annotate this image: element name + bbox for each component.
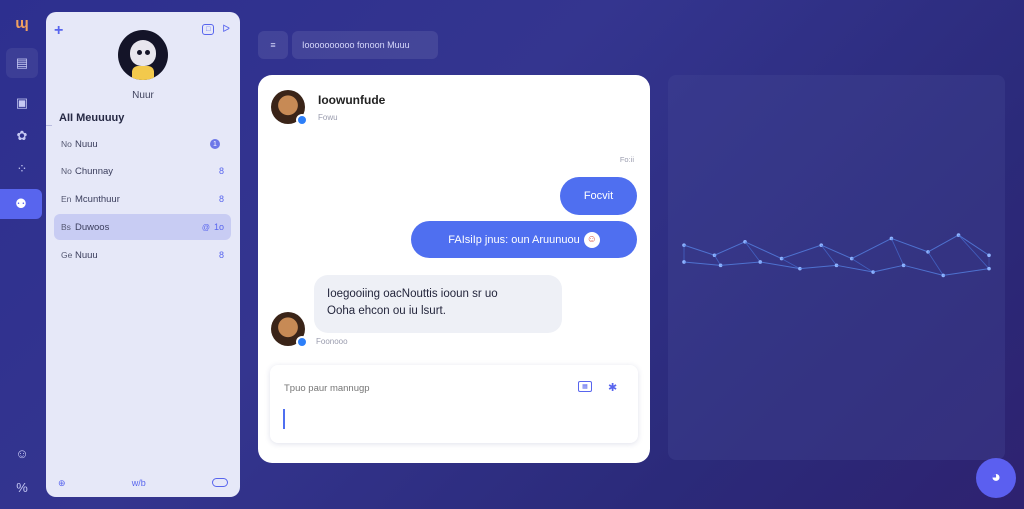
network-node (987, 266, 991, 271)
text-cursor (283, 409, 285, 429)
message-timestamp: Fo:ii (619, 155, 634, 164)
attach-icon[interactable]: ▦ (578, 381, 592, 392)
sidebar-item-1[interactable]: No Nuuu 1 (54, 131, 231, 157)
avatar-eye-left (137, 50, 142, 55)
contact-name: Ioowunfude (318, 93, 386, 107)
sidebar-item-3[interactable]: En Mcunthuur 8 (54, 186, 231, 212)
unread-badge: 1 (210, 139, 220, 149)
theme-toggle[interactable] (212, 478, 228, 487)
network-link (781, 244, 822, 260)
logo-icon[interactable]: ɰ (6, 8, 38, 38)
network-link (851, 237, 892, 260)
contact-avatar[interactable] (271, 90, 308, 126)
sidebar-item-icon: @ (201, 222, 210, 232)
chat-icon[interactable]: ⚉ (0, 189, 42, 219)
sidebar-item-prefix: En (61, 194, 72, 204)
network-link (927, 234, 959, 253)
avatar-face (130, 40, 156, 66)
apps-icon[interactable]: ⁘ (6, 154, 38, 184)
palette-icon[interactable]: ✿ (6, 121, 38, 151)
sidebar-footer: ⊕ w/b (46, 478, 240, 489)
network-link (821, 244, 852, 260)
footer-label: w/b (131, 478, 146, 488)
message-incoming[interactable]: Ioegooiing oacNouttis iooun sr uo Ooha e… (314, 275, 562, 333)
section-title: AII Meuuuuy (59, 112, 125, 124)
message-text: Focvit (583, 190, 614, 202)
online-badge (296, 114, 308, 126)
sidebar-item-2[interactable]: No Chunnay 8 (54, 158, 231, 184)
network-link (683, 261, 721, 266)
menu-button[interactable]: ≡ (258, 31, 288, 59)
sidebar-item-label: Nuuu (75, 249, 98, 261)
sidebar-item-label: Nuuu (75, 138, 98, 150)
sidebar-tools: □ ᐅ (202, 24, 230, 35)
sidebar-item-label: Mcunthuur (75, 193, 120, 205)
sidebar-item-count: 8 (218, 250, 224, 260)
network-link (799, 264, 837, 270)
sidebar-item-4[interactable]: Bs Duwoos @ 1o (54, 214, 231, 240)
message-text: FAIsiIp jnus: oun Aruunuou (448, 233, 580, 246)
chat-window: Ioowunfude Fowu Fo:ii Focvit FAIsiIp jnu… (258, 75, 650, 463)
percent-icon[interactable]: % (6, 472, 38, 502)
network-node (987, 253, 991, 258)
sidebar-item-prefix: No (61, 139, 72, 149)
settings-icon[interactable]: ✱ (608, 381, 617, 394)
window-icon[interactable]: □ (202, 24, 215, 35)
network-graphic (682, 233, 991, 278)
sidebar-item-label: Chunnay (75, 165, 114, 177)
more-icon[interactable]: ᐅ (222, 24, 230, 35)
menu-icon: ≡ (270, 40, 276, 50)
header-title-chip[interactable]: Ioooooooooo fonoon Muuu (292, 31, 438, 59)
grid-icon[interactable]: ▣ (6, 88, 38, 118)
avatar[interactable] (118, 30, 168, 80)
profile-name: Nuur (132, 90, 154, 101)
new-chat-button[interactable]: + (54, 22, 63, 40)
header-title: Ioooooooooo fonoon Muuu (302, 40, 410, 50)
sidebar-item-label: Duwoos (75, 221, 110, 233)
message-outgoing[interactable]: Focvit (560, 177, 637, 215)
sidebar-item-prefix: No (61, 166, 72, 176)
message-text-line: Ioegooiing oacNouttis iooun sr uo (327, 288, 498, 300)
divider (46, 125, 52, 126)
online-badge (296, 336, 308, 348)
reaction-icon[interactable]: ☺ (583, 231, 600, 248)
network-link (683, 244, 715, 256)
network-visual-panel (668, 75, 1005, 460)
conversation-sidebar: + □ ᐅ Nuur AII Meuuuuy No Nuuu 1 No Chun… (46, 12, 240, 497)
network-link (720, 261, 761, 266)
sidebar-item-5[interactable]: Ge Nuuu 8 (54, 242, 231, 268)
sidebar-item-count: 1o (213, 222, 224, 232)
message-composer[interactable]: ▦ ✱ (270, 365, 638, 443)
bot-icon[interactable]: ☺ (6, 438, 38, 468)
sidebar-item-count: 8 (218, 166, 224, 176)
network-link (714, 241, 746, 256)
network-link (943, 268, 990, 276)
add-icon[interactable]: ⊕ (58, 478, 66, 489)
message-text-line: Ooha ehcon ou iu lsurt. (327, 305, 446, 318)
network-link (744, 241, 782, 260)
sidebar-item-prefix: Bs (61, 222, 71, 232)
network-link (872, 264, 904, 273)
message-input[interactable] (284, 383, 554, 394)
document-icon[interactable]: ▤ (6, 48, 38, 78)
assistant-icon: ◕ (991, 469, 1001, 486)
sidebar-item-prefix: Ge (61, 250, 73, 260)
nav-rail: ɰ ▤ ▣ ✿ ⁘ ⚉ ☺ % (0, 0, 44, 509)
contact-status: Fowu (318, 113, 338, 122)
contact-avatar[interactable] (271, 312, 308, 348)
sidebar-item-count: 8 (218, 194, 224, 204)
message-sender: Foonooo (316, 337, 348, 346)
message-outgoing[interactable]: FAIsiIp jnus: oun Aruunuou ☺ (411, 221, 637, 258)
avatar-body (132, 66, 154, 80)
assistant-button[interactable]: ◕ (976, 458, 1016, 498)
avatar-eye-right (145, 50, 150, 55)
